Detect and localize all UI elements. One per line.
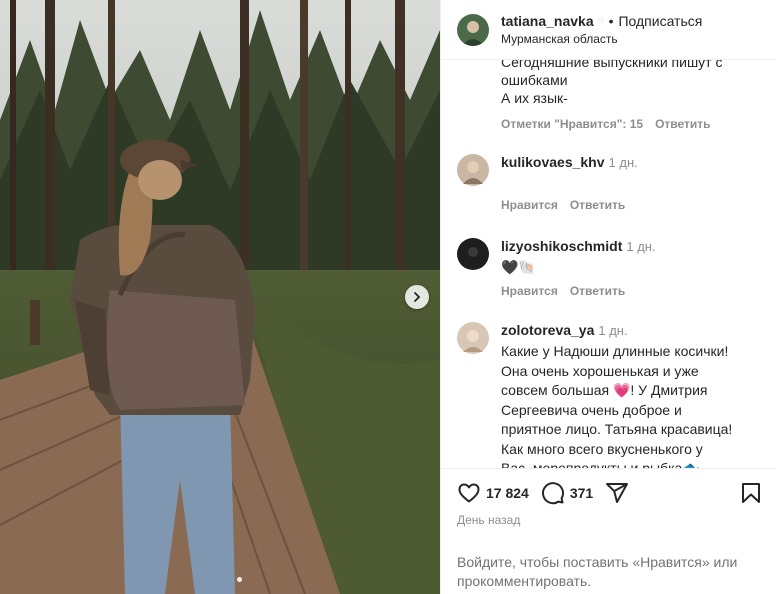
comment-text: Какие у Надюши длинные косички! Она очен… bbox=[501, 342, 732, 468]
post-timestamp: День назад bbox=[457, 513, 521, 527]
follow-button[interactable]: Подписаться bbox=[618, 13, 702, 29]
post-location[interactable]: Мурманская область bbox=[501, 31, 702, 47]
comment-line: ошибками bbox=[501, 72, 568, 88]
login-prompt[interactable]: Войдите, чтобы поставить «Нравится» или … bbox=[457, 553, 767, 591]
comments-list[interactable]: Сегодняшние выпускники пишут с ошибками … bbox=[441, 60, 776, 468]
post-header: tatiana_navka ◌ • Подписаться Мурманская… bbox=[441, 0, 776, 60]
comment-line: Вас, морепродукты и рыбка🐟 bbox=[501, 460, 700, 468]
comment-line: А их язык- bbox=[501, 90, 568, 106]
author-avatar[interactable] bbox=[457, 13, 489, 46]
header-separator: • bbox=[608, 12, 614, 29]
comment-text: 🖤🐚 bbox=[501, 259, 536, 275]
share-icon[interactable] bbox=[605, 481, 629, 505]
comment-item: kulikovaes_khv 1 дн. Нравится Ответить bbox=[457, 154, 767, 212]
comment-line: Она очень хорошенькая и уже bbox=[501, 362, 699, 379]
save-action[interactable] bbox=[739, 481, 763, 510]
comment-line: Сегодняшние выпускники пишут с bbox=[501, 60, 723, 70]
comment-reply-button[interactable]: Ответить bbox=[655, 117, 710, 131]
avatar-image bbox=[457, 238, 489, 270]
comment-reply-button[interactable]: Ответить bbox=[570, 284, 625, 298]
comment-item: lizyoshikoschmidt 1 дн. 🖤🐚 Нравится Ответ… bbox=[457, 238, 767, 298]
comment-time: 1 дн. bbox=[626, 239, 656, 254]
action-bar: 17 824 371 bbox=[457, 481, 763, 505]
commenter-username[interactable]: kulikovaes_khv bbox=[501, 154, 605, 170]
commenter-avatar[interactable] bbox=[457, 322, 489, 354]
next-photo-button[interactable] bbox=[405, 285, 429, 309]
comment-time: 1 дн. bbox=[598, 323, 628, 338]
post-photo[interactable] bbox=[0, 0, 440, 594]
comment-line: совсем большая 💗! У Дмитрия bbox=[501, 382, 708, 398]
like-action[interactable]: 17 824 bbox=[457, 481, 529, 505]
post-side-panel: tatiana_navka ◌ • Подписаться Мурманская… bbox=[440, 0, 776, 594]
comment-like-button[interactable]: Нравится bbox=[501, 284, 558, 298]
comment-like-button[interactable]: Нравится bbox=[501, 198, 558, 212]
commenter-avatar[interactable] bbox=[457, 154, 489, 186]
comment-item: zolotoreva_ya 1 дн. Какие у Надюши длинны… bbox=[457, 322, 767, 468]
comment-time: 1 дн. bbox=[608, 155, 638, 170]
comment-line: Какие у Надюши длинные косички! bbox=[501, 343, 729, 359]
commenter-username[interactable]: zolotoreva_ya bbox=[501, 322, 594, 338]
comment-action[interactable]: 371 bbox=[541, 481, 593, 505]
avatar-image bbox=[457, 322, 489, 354]
photo-scene bbox=[0, 0, 440, 594]
comment-line: приятное лицо. Татьяна красавица! bbox=[501, 421, 733, 437]
comment-line: Как много всего вкусненького у bbox=[501, 440, 703, 457]
commenter-username[interactable]: lizyoshikoschmidt bbox=[501, 238, 622, 254]
avatar-image bbox=[457, 13, 489, 46]
comment-line: Сергеевича очень доброе и bbox=[501, 401, 682, 418]
comments-count[interactable]: 371 bbox=[570, 485, 593, 501]
comment-reply-button[interactable]: Ответить bbox=[570, 198, 625, 212]
comment-item: Сегодняшние выпускники пишут с ошибками … bbox=[457, 60, 767, 131]
comment-text: Сегодняшние выпускники пишут с ошибками … bbox=[501, 60, 722, 107]
bookmark-icon[interactable] bbox=[739, 481, 763, 505]
verified-icon: ◌ bbox=[597, 14, 604, 26]
comment-icon[interactable] bbox=[541, 481, 565, 505]
commenter-avatar[interactable] bbox=[457, 238, 489, 270]
post-actions-section: 17 824 371 День назад Войдите, чтобы пос… bbox=[441, 468, 776, 594]
heart-icon[interactable] bbox=[457, 481, 481, 505]
likes-count[interactable]: 17 824 bbox=[486, 485, 529, 501]
carousel-indicator bbox=[237, 577, 242, 582]
comment-likes-count[interactable]: Отметки "Нравится": 15 bbox=[501, 117, 643, 131]
avatar-image bbox=[457, 154, 489, 186]
author-username[interactable]: tatiana_navka bbox=[501, 13, 594, 29]
chevron-right-icon bbox=[414, 292, 421, 302]
share-action[interactable] bbox=[605, 481, 629, 505]
post-viewer: tatiana_navka ◌ • Подписаться Мурманская… bbox=[0, 0, 776, 594]
